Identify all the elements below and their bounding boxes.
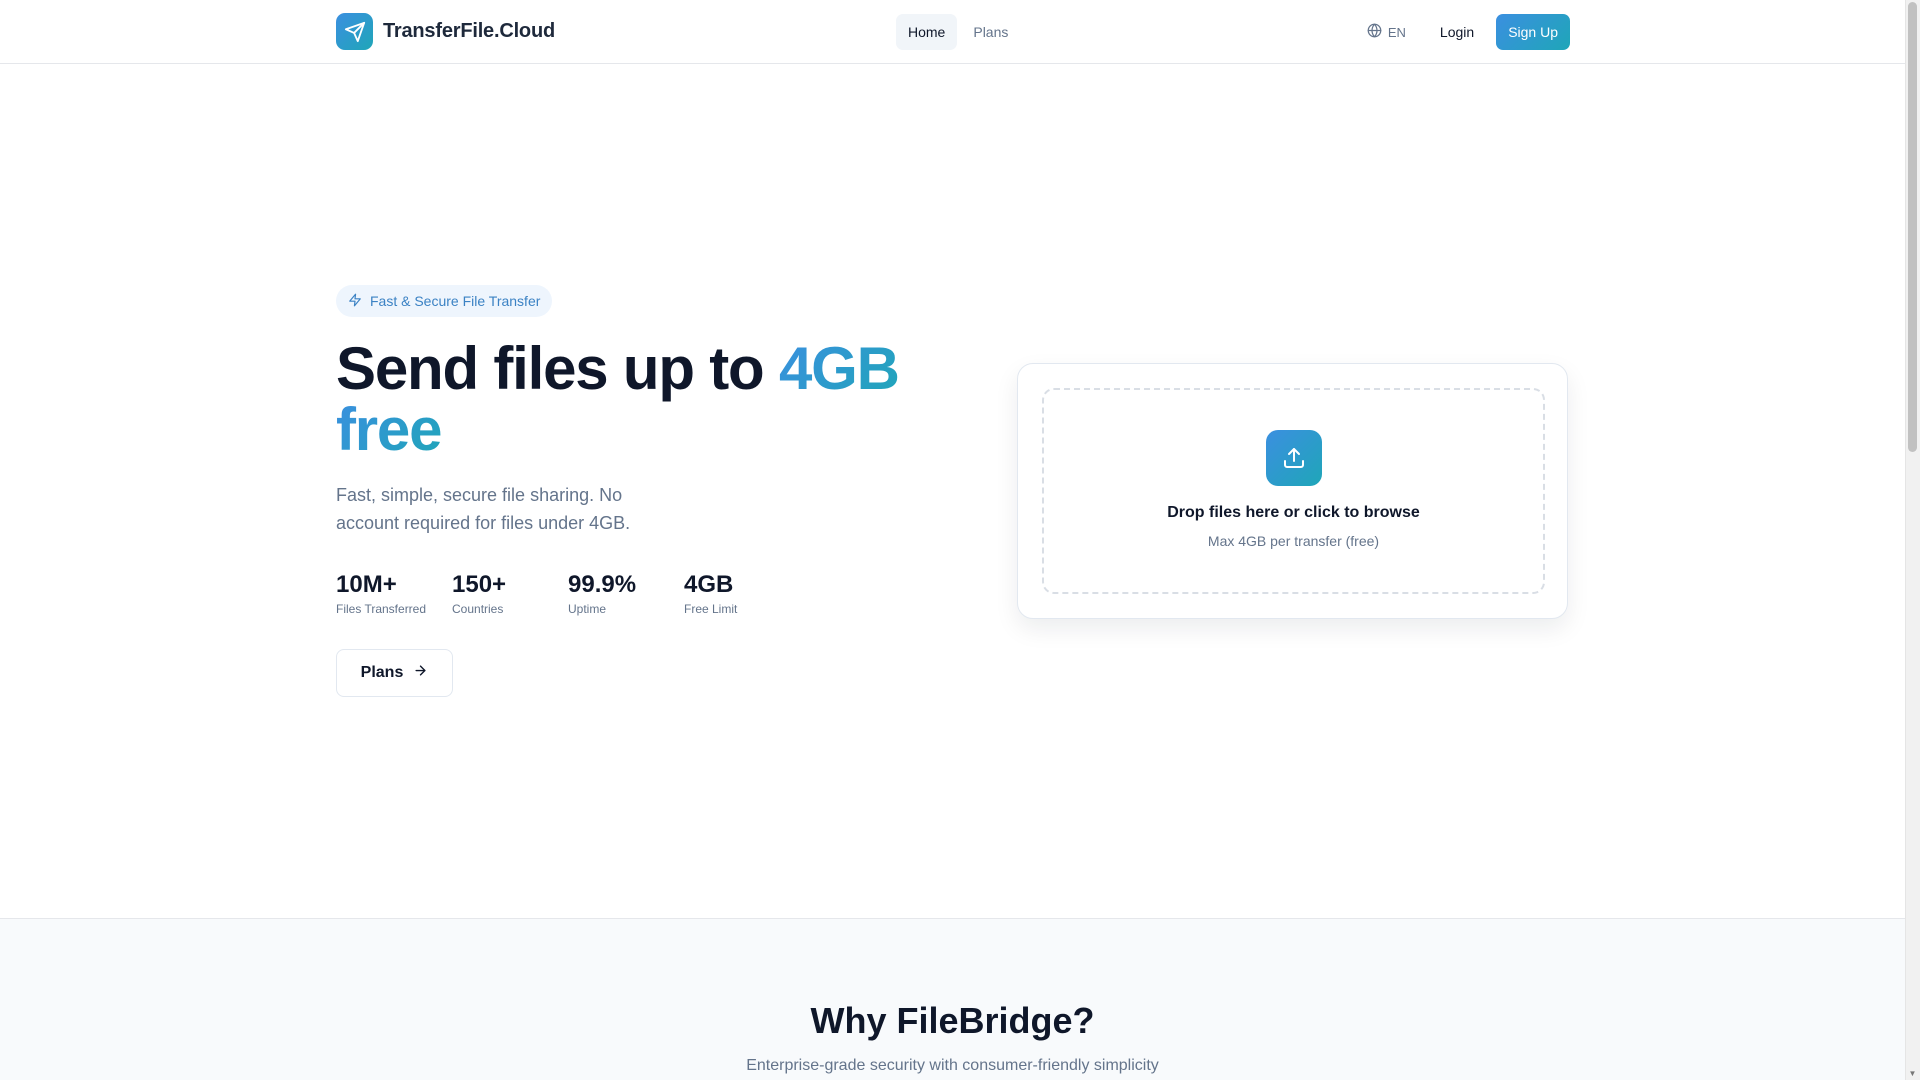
brand-logo[interactable]: TransferFile.Cloud [336,13,555,50]
hero-title-highlight-free: free [336,396,442,463]
why-title: Why FileBridge? [810,1000,1095,1041]
hero-title-highlight-size: 4GB [778,335,900,402]
page: TransferFile.Cloud Home Plans EN Login S… [0,0,1905,1080]
hero-title: Send files up to 4GB free [336,338,956,460]
feature-badge: Fast & Secure File Transfer [336,285,553,317]
language-selector[interactable]: EN [1355,14,1418,50]
stat-value: 10M+ [336,571,397,598]
brand-name: TransferFile.Cloud [383,20,555,42]
file-dropzone[interactable]: Drop files here or click to browse Max 4… [1042,388,1545,594]
stat-label: Free Limit [684,602,738,616]
stat-label: Files Transferred [336,602,427,616]
language-label: EN [1387,24,1406,40]
paper-plane-icon [336,13,373,50]
upload-card: Drop files here or click to browse Max 4… [1017,363,1568,619]
stat-item: 150+ Countries [452,570,568,616]
login-button[interactable]: Login [1426,14,1488,50]
stat-item: 4GB Free Limit [684,570,800,616]
main-nav: Home Plans [896,14,1020,50]
dropzone-subtitle: Max 4GB per transfer (free) [1207,533,1380,549]
stat-value: 4GB [684,571,734,598]
page-scrollbar[interactable]: ▼ [1905,0,1920,1080]
hero-title-text: Send files up to [336,335,779,402]
stat-item: 10M+ Files Transferred [336,570,452,616]
dropzone-title: Drop files here or click to browse [1167,504,1420,521]
stat-value: 150+ [452,571,507,598]
arrow-right-icon [413,663,428,683]
stat-item: 99.9% Uptime [568,570,684,616]
plans-button-label: Plans [360,664,404,681]
nav-home[interactable]: Home [896,14,958,50]
plans-button[interactable]: Plans [336,649,453,697]
why-section: Why FileBridge? Enterprise-grade securit… [0,918,1905,1080]
why-subtitle: Enterprise-grade security with consumer-… [746,1057,1159,1074]
zap-icon [348,293,362,310]
globe-icon [1367,23,1382,41]
stats-row: 10M+ Files Transferred 150+ Countries 99… [336,570,800,616]
header-actions: EN Login Sign Up [1355,14,1570,50]
scroll-down-icon[interactable]: ▼ [1908,1069,1917,1078]
stat-label: Uptime [568,602,607,616]
nav-plans[interactable]: Plans [961,14,1020,50]
signup-button[interactable]: Sign Up [1496,14,1570,50]
top-header: TransferFile.Cloud Home Plans EN Login S… [0,0,1905,64]
upload-icon [1266,430,1322,486]
stat-value: 99.9% [568,571,637,598]
badge-label: Fast & Secure File Transfer [370,293,541,309]
hero-subtitle: Fast, simple, secure file sharing. No ac… [336,485,631,533]
scrollbar-thumb[interactable] [1908,2,1917,452]
stat-label: Countries [452,602,504,616]
